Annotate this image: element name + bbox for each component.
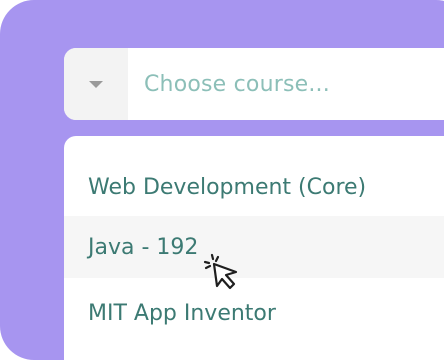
pointer-click-cursor-icon xyxy=(203,253,238,290)
course-option-label: Java - 192 xyxy=(88,234,199,260)
course-picker-stage: Choose course... Web Development (Core) … xyxy=(0,0,444,364)
course-select[interactable]: Choose course... xyxy=(64,48,444,120)
chevron-down-icon xyxy=(89,81,103,88)
course-option-label: Web Development (Core) xyxy=(88,174,367,200)
select-placeholder: Choose course... xyxy=(144,71,330,97)
course-dropdown-list: Web Development (Core) Java - 192 MIT Ap… xyxy=(64,136,444,364)
course-option-label: MIT App Inventor xyxy=(88,300,276,326)
course-option-web-development[interactable]: Web Development (Core) xyxy=(64,156,444,218)
course-option-java[interactable]: Java - 192 xyxy=(64,216,444,278)
select-toggle-button[interactable] xyxy=(64,48,128,120)
course-option-mit-app-inventor[interactable]: MIT App Inventor xyxy=(64,282,444,344)
